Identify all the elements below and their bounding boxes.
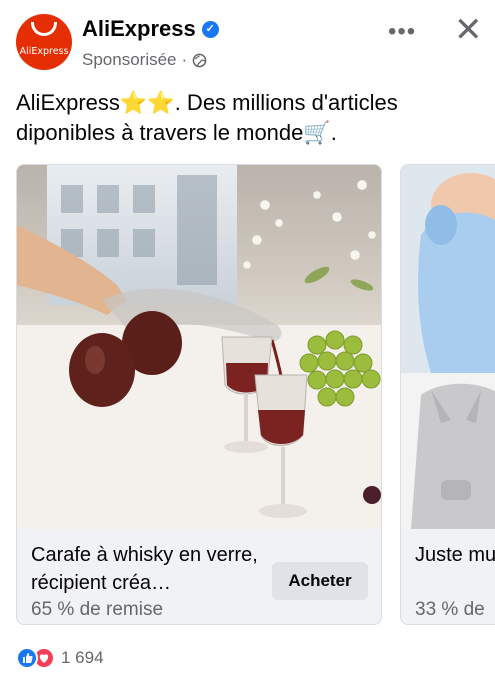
- baby-illustration: [418, 173, 495, 373]
- verified-badge-icon: ✓: [201, 20, 219, 38]
- hoodie-illustration: [411, 383, 495, 529]
- product-title[interactable]: Juste multifon: [415, 541, 495, 569]
- post-text-line-1: AliExpress⭐⭐. Des millions d'articles: [16, 90, 398, 115]
- page-name-link[interactable]: AliExpress: [82, 16, 196, 42]
- aliexpress-logo-icon: [31, 22, 57, 36]
- carousel-card-1[interactable]: Carafe à whisky en verre, récipient créa…: [16, 164, 382, 625]
- reaction-count[interactable]: 1 694: [61, 648, 104, 668]
- sponsored-line: Sponsorisée ·: [82, 50, 207, 70]
- more-options-icon[interactable]: •••: [388, 18, 416, 46]
- buy-button[interactable]: Acheter: [272, 562, 368, 600]
- product-title[interactable]: Carafe à whisky en verre, récipient créa…: [31, 541, 261, 597]
- card-1-info: Carafe à whisky en verre, récipient créa…: [17, 529, 381, 624]
- carafe-illustration: [17, 179, 381, 518]
- post-text-line-2: diponibles à travers le monde🛒.: [16, 120, 337, 145]
- page-name-row: AliExpress ✓: [82, 16, 219, 42]
- product-image-carafe[interactable]: [17, 165, 381, 529]
- page-avatar[interactable]: AliExpress: [16, 14, 72, 70]
- card-2-info: Juste multifon 33 % de: [401, 529, 495, 624]
- close-icon[interactable]: ✕: [454, 10, 483, 50]
- separator-dot: ·: [181, 50, 188, 69]
- reactions-bar[interactable]: 1 694: [16, 647, 104, 669]
- sponsored-label[interactable]: Sponsorisée: [82, 50, 177, 70]
- globe-icon: [192, 53, 207, 67]
- carousel-card-2[interactable]: Juste multifon 33 % de: [400, 164, 495, 625]
- discount-label: 65 % de remise: [31, 599, 164, 620]
- avatar-brand-text: AliExpress: [19, 46, 69, 57]
- product-image-baby[interactable]: [401, 165, 495, 373]
- post-header: AliExpress AliExpress ✓ Sponsorisée · ••…: [16, 11, 486, 72]
- discount-label: 33 % de: [415, 599, 485, 620]
- product-image-hoodie[interactable]: [401, 375, 495, 529]
- like-reaction-icon: [16, 647, 38, 669]
- post-text: AliExpress⭐⭐. Des millions d'articles di…: [16, 88, 456, 148]
